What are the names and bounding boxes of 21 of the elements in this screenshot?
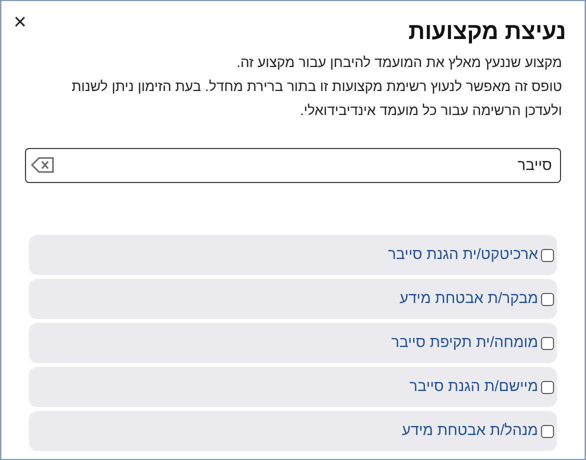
checkbox[interactable] (541, 380, 554, 394)
checkbox[interactable] (541, 336, 554, 350)
profession-row[interactable]: מומחה/ית תקיפת סייבר (29, 323, 557, 363)
profession-row[interactable]: ארכיטקט/ית הגנת סייבר (29, 235, 557, 275)
search-field[interactable]: סייבר (25, 148, 561, 183)
profession-label: מבקר/ת אבטחת מידע (400, 288, 538, 309)
checkbox[interactable] (541, 248, 554, 262)
profession-row[interactable]: מבקר/ת אבטחת מידע (29, 279, 557, 319)
dialog-title: נעיצת מקצועות (408, 17, 566, 46)
close-button[interactable]: × (12, 11, 28, 33)
profession-label: מיישם/ת הגנת סייבר (410, 376, 538, 397)
clear-icon[interactable] (31, 157, 55, 173)
profession-label: מומחה/ית תקיפת סייבר (391, 332, 538, 353)
profession-label: ארכיטקט/ית הגנת סייבר (388, 244, 538, 265)
description-text: מקצוע שננעץ מאלץ את המועמד להיבחן עבור מקצוע זה. (236, 53, 562, 72)
description-text: טופס זה מאפשר לנעוץ רשימת מקצועות זו בתור ברירת מחדל. בעת הזימון ניתן לשנות ולעדכן הרשימה עבור כל מועמד אינדיבידואלי. (70, 77, 562, 120)
profession-row[interactable]: מנהל/ת אבטחת מידע (29, 411, 557, 451)
checkbox[interactable] (541, 424, 554, 438)
profession-label: מנהל/ת אבטחת מידע (402, 420, 538, 441)
checkbox[interactable] (541, 292, 554, 306)
profession-row[interactable]: מיישם/ת הגנת סייבר (29, 367, 557, 407)
